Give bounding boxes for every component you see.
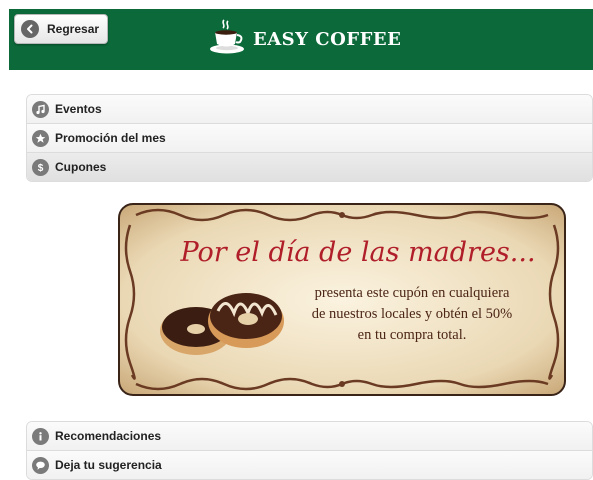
dollar-icon: $ [32, 158, 49, 176]
menu-list-bottom: Recomendaciones Deja tu sugerencia [26, 421, 593, 480]
brand-title: EASY COFFEE [253, 28, 402, 50]
menu-item-label: Recomendaciones [55, 429, 162, 443]
menu-item-recomendaciones[interactable]: Recomendaciones [27, 422, 592, 450]
menu-item-promocion[interactable]: Promoción del mes [27, 123, 592, 152]
brand: EASY COFFEE [207, 18, 402, 61]
header-bar: Regresar EASY COFFEE [9, 9, 593, 70]
menu-list-top: Eventos Promoción del mes $ Cupones [26, 94, 593, 182]
star-icon [32, 129, 49, 147]
chevron-left-icon [21, 20, 39, 38]
music-note-icon [32, 100, 49, 118]
svg-text:$: $ [38, 163, 44, 173]
menu-item-label: Promoción del mes [55, 131, 166, 145]
back-button-label: Regresar [47, 22, 100, 36]
coupon-image: Por el día de las madres... presenta est… [118, 203, 566, 396]
coffee-cup-icon [207, 18, 247, 61]
info-icon [32, 427, 49, 445]
comment-icon [32, 456, 49, 474]
menu-item-sugerencia[interactable]: Deja tu sugerencia [27, 450, 592, 479]
back-button[interactable]: Regresar [14, 14, 108, 44]
coupon-body-text: presenta este cupón en cualquiera de nue… [311, 285, 513, 343]
menu-item-label: Deja tu sugerencia [55, 458, 162, 472]
menu-item-label: Cupones [55, 160, 107, 174]
menu-item-cupones[interactable]: $ Cupones [27, 152, 592, 181]
menu-item-label: Eventos [55, 102, 102, 116]
menu-item-eventos[interactable]: Eventos [27, 95, 592, 123]
coupon-script-title: Por el día de las madres... [180, 237, 536, 268]
